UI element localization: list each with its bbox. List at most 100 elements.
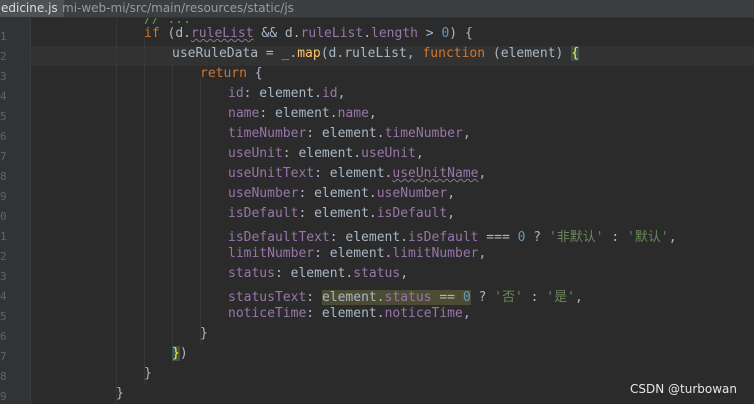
matched-brace: } <box>172 346 180 361</box>
line-number: 4 <box>0 90 7 103</box>
line-number: 8 <box>0 370 7 383</box>
object-key: isDefaultText <box>228 230 330 245</box>
code-token: : <box>522 290 547 305</box>
code-token: , <box>462 306 471 321</box>
code-token-number: 0 <box>462 290 471 305</box>
code-line-field: isDefault: element.isDefault, <box>228 206 455 226</box>
code-token: : element. <box>314 246 393 261</box>
line-number: 8 <box>0 170 7 183</box>
code-token: > <box>417 26 442 41</box>
object-key: useUnit <box>228 146 283 161</box>
code-token: , <box>668 230 677 245</box>
line-number: 2 <box>0 250 7 263</box>
code-token: (element) <box>485 46 572 61</box>
code-token-property: useNumber <box>376 186 448 201</box>
code-token: : element. <box>306 306 385 321</box>
code-token-property: isDefault <box>408 230 479 245</box>
object-key: status <box>228 266 275 281</box>
code-token: == <box>431 290 463 305</box>
code-token-property: useUnit <box>361 146 416 161</box>
editor-tab-bar: edicine.js mi-web-mi/src/main/resources/… <box>0 0 754 18</box>
code-token-function: map <box>297 46 321 61</box>
code-line-close-map: }) <box>172 346 188 366</box>
line-number: 5 <box>0 310 7 323</box>
line-number: 7 <box>0 350 7 363</box>
code-token: : element. <box>243 86 322 101</box>
line-number-gutter: 1 2 3 4 5 6 7 8 9 0 1 2 3 4 5 6 7 8 9 <box>0 18 31 404</box>
code-token: useRuleData = _. <box>172 46 298 61</box>
code-line-field: noticeTime: element.noticeTime, <box>228 306 471 326</box>
code-line-close-outer: } <box>116 386 124 401</box>
code-token: , <box>415 146 424 161</box>
breadcrumb[interactable]: mi-web-mi/src/main/resources/static/js <box>62 0 294 17</box>
code-token: : element. <box>314 166 393 181</box>
line-number: 3 <box>0 70 7 83</box>
return-keyword: return <box>200 66 247 81</box>
code-token: : <box>306 290 322 305</box>
code-token: : element. <box>298 186 377 201</box>
code-line-field: status: element.status, <box>228 266 408 286</box>
code-token: , <box>447 186 456 201</box>
code-token: element. <box>321 290 385 305</box>
code-token: && d. <box>253 26 301 41</box>
usage-highlight: element.status == 0 <box>321 290 471 305</box>
code-token-property: isDefault <box>376 206 448 221</box>
object-key: statusText <box>228 290 307 305</box>
line-number: 9 <box>0 390 7 403</box>
code-token-property: length <box>371 26 418 41</box>
code-token-property: useUnitName <box>392 166 479 181</box>
line-number: 1 <box>0 230 7 243</box>
code-line-field: useUnit: element.useUnit, <box>228 146 424 166</box>
code-token: , <box>478 246 487 261</box>
code-token: : element. <box>329 230 409 245</box>
matched-brace: { <box>571 46 580 61</box>
code-line-if: if (d.ruleList && d.ruleList.length > 0)… <box>144 26 473 41</box>
line-number: 3 <box>0 270 7 283</box>
code-line-field: limitNumber: element.limitNumber, <box>228 246 486 266</box>
code-token: , <box>400 266 409 281</box>
object-key: name <box>228 106 260 121</box>
code-token-property: timeNumber <box>384 126 463 141</box>
indent-guide <box>144 38 145 384</box>
code-line-statustext: statusText: element.status == 0 ? '否' : … <box>228 286 583 306</box>
code-line-return: return { <box>200 66 263 86</box>
object-key: isDefault <box>228 206 299 221</box>
code-token: , <box>574 290 583 305</box>
code-line-field: useUnitText: element.useUnitName, <box>228 166 486 186</box>
code-token: , <box>447 206 456 221</box>
file-tab[interactable]: edicine.js <box>0 0 64 17</box>
code-token: ) <box>179 346 188 361</box>
code-line-isdefaulttext: isDefaultText: element.isDefault === 0 ?… <box>228 226 677 246</box>
code-token-property: ruleList <box>300 26 364 41</box>
code-editor[interactable]: // ... if (d.ruleList && d.ruleList.leng… <box>31 18 754 404</box>
line-number: 2 <box>0 50 7 63</box>
code-token: d. <box>175 26 191 41</box>
code-token: ? <box>470 290 495 305</box>
object-key: useUnitText <box>228 166 315 181</box>
code-token: , <box>462 126 471 141</box>
code-line-field: useNumber: element.useNumber, <box>228 186 455 206</box>
code-token-property: noticeTime <box>384 306 463 321</box>
code-token: : element. <box>274 266 354 281</box>
code-token-property: limitNumber <box>392 246 479 261</box>
watermark: CSDN @turbowan <box>629 382 737 396</box>
line-number: 1 <box>0 30 7 43</box>
code-token-property: id <box>321 86 338 101</box>
code-line-map: useRuleData = _.map(d.ruleList, function… <box>172 46 580 66</box>
line-number: 7 <box>0 150 7 163</box>
code-token-string: '非默认' <box>548 230 604 245</box>
code-line-close-return: } <box>200 326 208 341</box>
code-line-close-if: } <box>144 366 152 381</box>
code-token: : element. <box>306 126 385 141</box>
code-token-property: status <box>353 266 401 281</box>
line-number: 0 <box>0 210 7 223</box>
code-line-field: id: element.id, <box>228 86 345 106</box>
indent-guide <box>200 78 201 344</box>
code-line-field: timeNumber: element.timeNumber, <box>228 126 471 146</box>
code-token: : <box>603 230 628 245</box>
line-number: 4 <box>0 290 7 303</box>
line-number: 9 <box>0 190 7 203</box>
line-number: 5 <box>0 110 7 123</box>
code-token: : element. <box>259 106 338 121</box>
object-key: noticeTime <box>228 306 307 321</box>
